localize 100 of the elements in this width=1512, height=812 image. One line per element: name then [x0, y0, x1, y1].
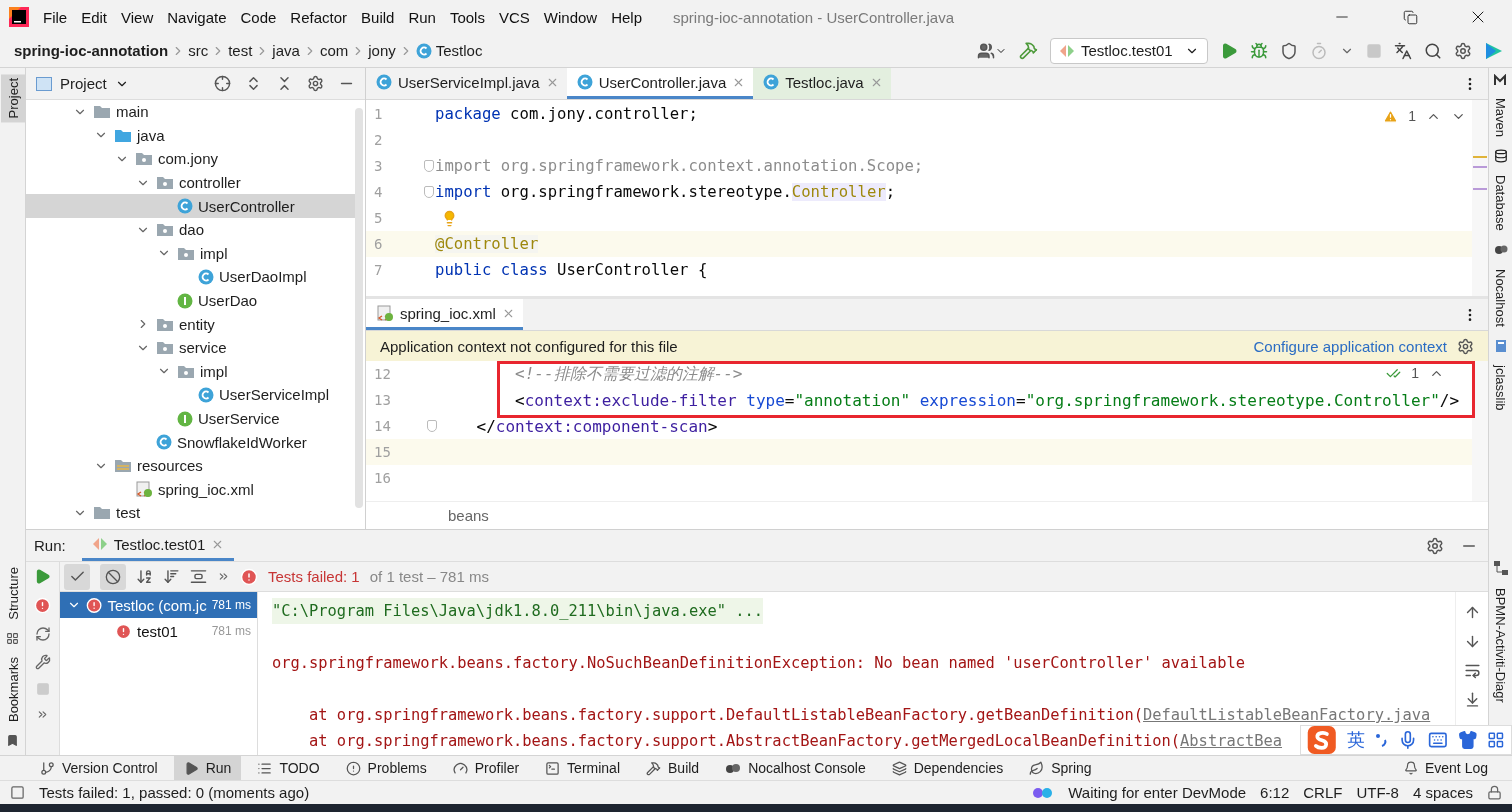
tree-item[interactable]: test: [26, 501, 355, 525]
tool-tab[interactable]: TODO: [247, 756, 330, 780]
wrap-icon[interactable]: [1463, 662, 1481, 679]
sort-alphabetically-icon[interactable]: [136, 568, 153, 585]
locate-icon[interactable]: [214, 75, 231, 92]
tool-tab[interactable]: Event Log: [1393, 756, 1498, 780]
sort-by-duration-icon[interactable]: [163, 568, 180, 585]
menu-item[interactable]: Run: [401, 8, 443, 26]
fold-marker[interactable]: [424, 160, 434, 172]
source-link[interactable]: AbstractBea: [1180, 732, 1282, 750]
tree-item[interactable]: spring_ioc.xml: [26, 477, 355, 502]
shield-icon[interactable]: [1280, 41, 1298, 60]
rerun-failed-icon[interactable]: [34, 597, 51, 614]
toolbox-logo[interactable]: [1484, 40, 1504, 61]
menu-item[interactable]: Window: [536, 8, 605, 26]
hammer-icon[interactable]: [1019, 41, 1038, 60]
tool-window-tab[interactable]: Maven: [1488, 94, 1512, 142]
menu-item[interactable]: VCS: [491, 8, 537, 26]
test-tree-item[interactable]: test01 781 ms: [60, 618, 257, 644]
tool-tab[interactable]: Build: [636, 756, 710, 780]
menu-item[interactable]: Edit: [74, 8, 115, 26]
tree-item[interactable]: dao: [26, 217, 355, 242]
scrollbar[interactable]: [1472, 361, 1488, 501]
menu-item[interactable]: Tools: [442, 8, 492, 26]
tree-item[interactable]: UserDaoImpl: [26, 265, 355, 289]
settings-icon[interactable]: [1454, 41, 1472, 60]
tree-item[interactable]: main: [26, 100, 355, 124]
breadcrumb-item[interactable]: src: [188, 42, 209, 59]
tool-window-tab[interactable]: BPMN-Activiti-Diagr: [1488, 584, 1512, 707]
search-icon[interactable]: [1424, 41, 1442, 60]
editor-tab[interactable]: spring_ioc.xml: [366, 299, 523, 330]
settings-icon[interactable]: [307, 75, 324, 92]
tool-tab[interactable]: Spring: [1019, 756, 1102, 780]
grid-icon[interactable]: [1487, 731, 1505, 749]
configure-link[interactable]: Configure application context: [1253, 337, 1447, 355]
panel-toggle-icon[interactable]: [10, 785, 25, 800]
tree-item[interactable]: UserService: [26, 406, 355, 431]
settings-icon[interactable]: [1426, 536, 1444, 555]
editor-tab[interactable]: UserController.java: [566, 68, 754, 99]
breadcrumb-item[interactable]: com: [319, 42, 349, 59]
wrench-icon[interactable]: [34, 654, 51, 670]
tree-item[interactable]: service: [26, 335, 355, 360]
translate-icon[interactable]: [1394, 41, 1412, 60]
tool-tab[interactable]: Terminal: [535, 756, 630, 780]
tree-item[interactable]: impl: [26, 359, 355, 384]
fold-marker[interactable]: [424, 186, 434, 198]
tree-item[interactable]: resources: [26, 453, 355, 478]
breadcrumb-item[interactable]: jony: [368, 42, 396, 59]
punctuation-icon[interactable]: [1374, 732, 1389, 748]
line-separator[interactable]: CRLF: [1303, 784, 1343, 801]
breadcrumb-item[interactable]: java: [272, 42, 300, 59]
test-tree-item[interactable]: Testloc (com.jc 781 ms: [60, 592, 257, 618]
show-ignored-toggle[interactable]: [100, 563, 126, 590]
editor-tab[interactable]: Testloc.java: [753, 68, 891, 99]
menu-item[interactable]: Build: [354, 8, 402, 26]
tree-item[interactable]: UserDao: [26, 288, 355, 313]
tool-window-tab[interactable]: Project: [0, 74, 25, 123]
menu-item[interactable]: Code: [233, 8, 284, 26]
tool-tab[interactable]: Profiler: [442, 756, 530, 780]
show-passed-toggle[interactable]: [64, 563, 90, 590]
tree-item[interactable]: controller: [26, 170, 355, 195]
settings-icon[interactable]: [1457, 337, 1474, 355]
tree-item[interactable]: UserController: [26, 194, 355, 218]
menu-item[interactable]: Refactor: [283, 8, 355, 26]
rerun-icon[interactable]: [34, 568, 51, 585]
breadcrumb-item[interactable]: beans: [448, 507, 489, 524]
tree-item[interactable]: UserServiceImpl: [26, 383, 355, 407]
cursor-position[interactable]: 6:12: [1260, 784, 1290, 801]
breadcrumb-item[interactable]: test: [228, 42, 253, 59]
skin-icon[interactable]: [1457, 730, 1478, 750]
tool-window-tab[interactable]: Bookmarks: [0, 652, 25, 726]
tool-window-tab[interactable]: Structure: [0, 563, 25, 624]
tool-window-tab[interactable]: Database: [1488, 171, 1512, 235]
file-encoding[interactable]: UTF-8: [1356, 784, 1399, 801]
toggle-auto-test-icon[interactable]: [34, 626, 51, 642]
users-icon[interactable]: [977, 41, 995, 60]
expand-all-icon[interactable]: [190, 568, 207, 585]
input-mode[interactable]: 英: [1346, 728, 1365, 752]
tree-item[interactable]: impl: [26, 241, 355, 266]
menu-item[interactable]: File: [36, 8, 75, 26]
tree-item[interactable]: entity: [26, 312, 355, 336]
tool-tab[interactable]: Nocalhost Console: [715, 756, 876, 780]
debug-icon[interactable]: [1250, 41, 1268, 60]
keyboard-icon[interactable]: [1427, 730, 1448, 750]
tool-tab[interactable]: Run: [173, 756, 242, 780]
project-view-selector[interactable]: Project: [36, 75, 129, 92]
tool-window-tab[interactable]: Nocalhost: [1488, 264, 1512, 331]
menu-item[interactable]: View: [114, 8, 161, 26]
run-configuration-dropdown[interactable]: Testloc.test01: [1050, 37, 1208, 64]
tool-tab[interactable]: Version Control: [30, 756, 168, 780]
run-icon[interactable]: [1220, 41, 1238, 60]
tool-tab[interactable]: Problems: [335, 756, 437, 780]
breadcrumb-item[interactable]: spring-ioc-annotation: [14, 42, 169, 59]
menu-item[interactable]: Help: [604, 8, 650, 26]
fold-marker[interactable]: [427, 420, 437, 432]
menu-item[interactable]: Navigate: [160, 8, 234, 26]
breadcrumb-item[interactable]: Testloc: [435, 42, 483, 59]
tree-item[interactable]: java: [26, 123, 355, 148]
tool-window-tab[interactable]: jclasslib: [1488, 360, 1512, 414]
indent-setting[interactable]: 4 spaces: [1412, 784, 1473, 801]
